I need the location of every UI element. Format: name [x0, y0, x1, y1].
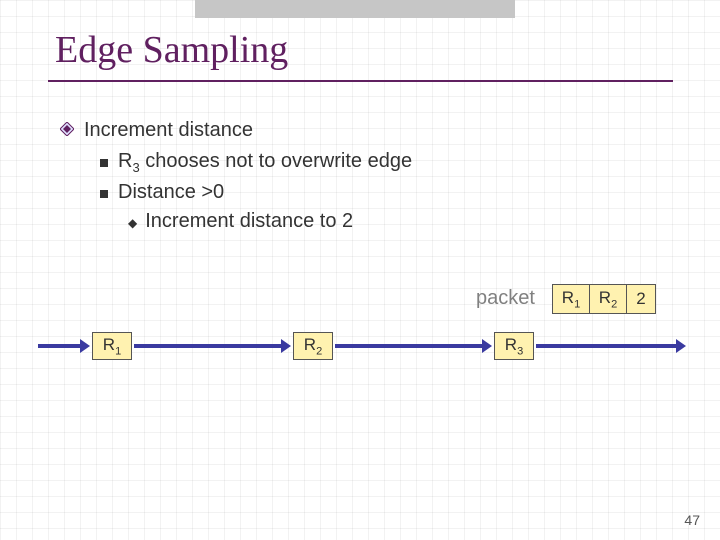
diamond-bullet-icon — [60, 122, 74, 136]
sub-bullet-1: R3 chooses not to overwrite edge — [100, 147, 412, 178]
arrow-out-right — [536, 336, 686, 356]
r1-sub: 1 — [115, 345, 121, 357]
pc2-sub: 2 — [611, 298, 617, 310]
sub-bullet-2-text: Distance >0 — [118, 178, 224, 207]
r2-r: R — [304, 335, 316, 354]
sub1-r: R — [118, 150, 132, 172]
router-r1: R1 — [92, 332, 132, 360]
arrow-r1-r2 — [134, 336, 291, 356]
slide-title: Edge Sampling — [55, 28, 288, 72]
packet-cell-3: 2 — [626, 284, 656, 314]
packet-label: packet — [476, 287, 535, 310]
pc2-r: R — [599, 288, 611, 307]
sub1-rest: chooses not to overwrite edge — [140, 150, 412, 172]
pc1-sub: 1 — [574, 298, 580, 310]
arrow-r2-r3 — [335, 336, 492, 356]
r2-sub: 2 — [316, 345, 322, 357]
subsub-text: Increment distance to 2 — [145, 207, 353, 236]
router-r3: R3 — [494, 332, 534, 360]
packet-cell-2: R2 — [589, 284, 626, 314]
sub1-subscript: 3 — [132, 160, 139, 175]
pc1-r: R — [562, 288, 574, 307]
r3-sub: 3 — [517, 345, 523, 357]
arrow-bullet-icon: ◆ — [128, 215, 137, 232]
sub-bullet-list: R3 chooses not to overwrite edge Distanc… — [100, 147, 412, 236]
subsub-bullet: ◆ Increment distance to 2 — [128, 207, 412, 236]
square-bullet-icon — [100, 190, 108, 198]
r1-r: R — [103, 335, 115, 354]
bullet-level1-text: Increment distance — [84, 116, 253, 145]
arrow-in-left — [38, 336, 90, 356]
sub-bullet-2: Distance >0 — [100, 178, 412, 207]
r3-r: R — [505, 335, 517, 354]
packet-box: R1 R2 2 — [552, 284, 656, 314]
sub-bullet-1-text: R3 chooses not to overwrite edge — [118, 147, 412, 178]
top-decoration-bar — [195, 0, 515, 18]
router-r2: R2 — [293, 332, 333, 360]
bullet-level1: Increment distance — [60, 116, 412, 145]
packet-cell-1: R1 — [552, 284, 589, 314]
square-bullet-icon — [100, 159, 108, 167]
page-number: 47 — [684, 512, 700, 528]
title-underline — [48, 80, 673, 82]
body-content: Increment distance R3 chooses not to ove… — [60, 116, 412, 236]
